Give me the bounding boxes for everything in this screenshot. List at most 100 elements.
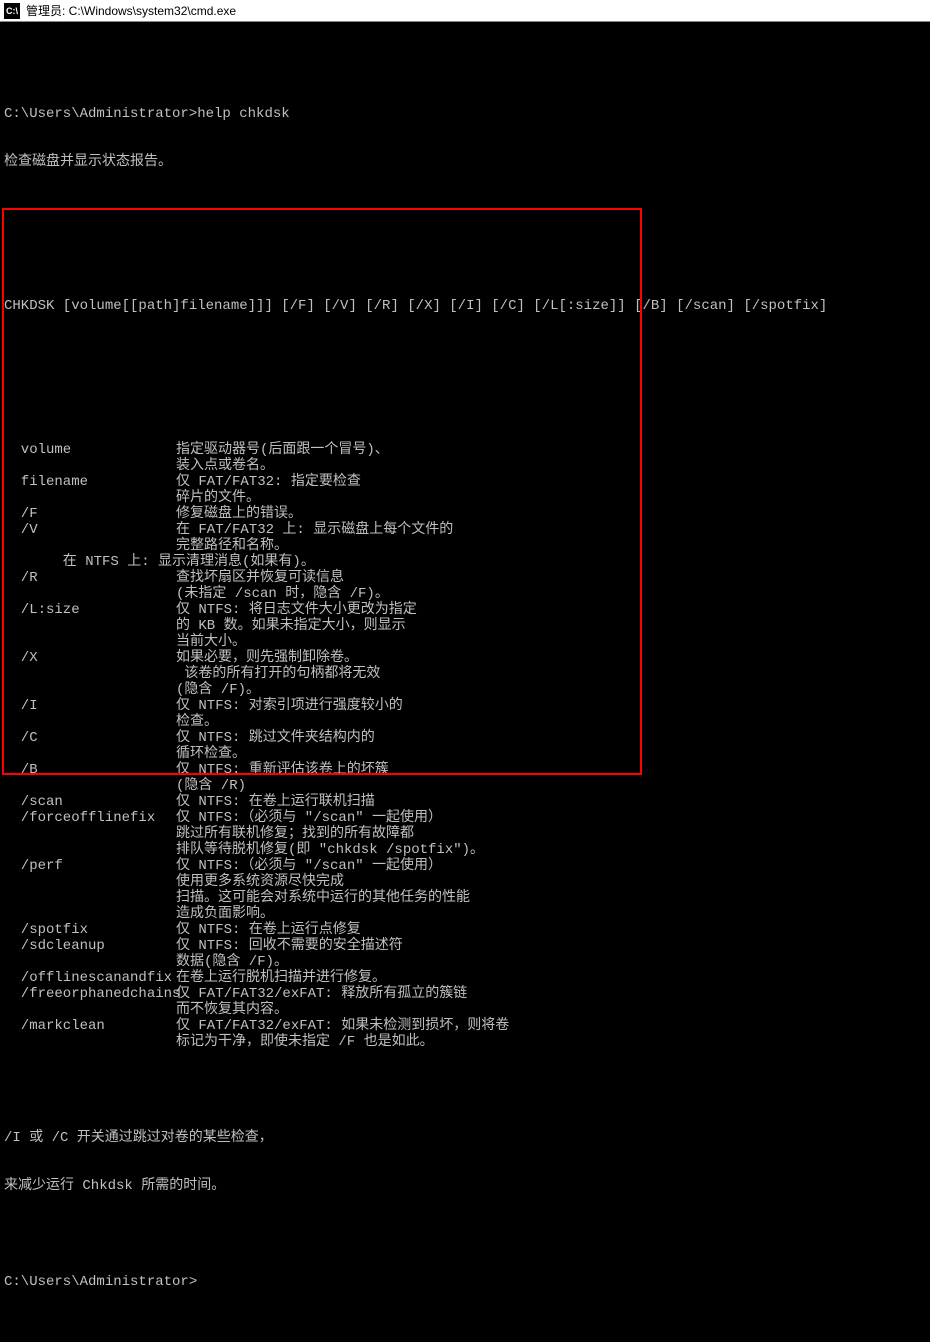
option-name [4,778,176,794]
option-desc: 碎片的文件。 [176,490,260,506]
option-row: /forceofflinefix仅 NTFS:（必须与 "/scan" 一起使用… [4,810,926,826]
option-desc: 完整路径和名称。 [176,538,288,554]
option-name: filename [4,474,176,490]
option-row: 装入点或卷名。 [4,458,926,474]
option-name: volume [4,442,176,458]
option-name: /forceofflinefix [4,810,176,826]
option-name: /I [4,698,176,714]
option-desc: (隐含 /R) [176,778,246,794]
option-desc: 仅 FAT/FAT32/exFAT: 释放所有孤立的簇链 [176,986,467,1002]
option-row: /spotfix仅 NTFS: 在卷上运行点修复 [4,922,926,938]
option-desc: 如果必要，则先强制卸除卷。 [176,650,358,666]
option-name: /offlinescanandfix [4,970,176,986]
option-name: /B [4,762,176,778]
option-row: /R查找坏扇区并恢复可读信息 [4,570,926,586]
option-desc: 查找坏扇区并恢复可读信息 [176,570,344,586]
option-row: /X如果必要，则先强制卸除卷。 [4,650,926,666]
option-desc: 仅 NTFS:（必须与 "/scan" 一起使用） [176,858,442,874]
option-row: 而不恢复其内容。 [4,1002,926,1018]
option-name [4,666,176,682]
option-desc: 指定驱动器号(后面跟一个冒号)、 [176,442,389,458]
option-desc: 仅 NTFS: 将日志文件大小更改为指定 [176,602,417,618]
footer-line-1: /I 或 /C 开关通过跳过对卷的某些检查， [4,1130,926,1146]
option-desc: 仅 NTFS: 跳过文件夹结构内的 [176,730,375,746]
option-name [4,746,176,762]
window-titlebar[interactable]: C:\ 管理员: C:\Windows\system32\cmd.exe [0,0,930,22]
option-name [4,490,176,506]
cmd-icon: C:\ [4,3,20,19]
option-name: /V [4,522,176,538]
option-row: 排队等待脱机修复(即 "chkdsk /spotfix")。 [4,842,926,858]
prompt-line-2[interactable]: C:\Users\Administrator> [4,1274,926,1290]
option-row: 在 NTFS 上: 显示清理消息(如果有)。 [4,554,926,570]
option-row: 循环检查。 [4,746,926,762]
option-desc: 循环检查。 [176,746,246,762]
option-row: /freeorphanedchains仅 FAT/FAT32/exFAT: 释放… [4,986,926,1002]
option-row: /I仅 NTFS: 对索引项进行强度较小的 [4,698,926,714]
option-row: /sdcleanup仅 NTFS: 回收不需要的安全描述符 [4,938,926,954]
option-name [4,906,176,922]
prompt-line-1: C:\Users\Administrator>help chkdsk [4,106,926,122]
option-desc: 数据(隐含 /F)。 [176,954,288,970]
option-name [4,618,176,634]
option-desc: 仅 NTFS: 重新评估该卷上的坏簇 [176,762,389,778]
option-desc: 标记为干净，即使未指定 /F 也是如此。 [176,1034,434,1050]
option-name [4,634,176,650]
option-desc: 使用更多系统资源尽快完成 [176,874,344,890]
option-name: /sdcleanup [4,938,176,954]
option-row: 该卷的所有打开的句柄都将无效 [4,666,926,682]
terminal-output: C:\Users\Administrator>help chkdsk 检查磁盘并… [0,22,930,1342]
option-name: /perf [4,858,176,874]
options-list: volume指定驱动器号(后面跟一个冒号)、装入点或卷名。 filename仅 … [4,442,926,1050]
option-name: /C [4,730,176,746]
option-desc: (未指定 /scan 时，隐含 /F)。 [176,586,389,602]
option-desc: (隐含 /F)。 [176,682,260,698]
option-row: /markclean仅 FAT/FAT32/exFAT: 如果未检测到损坏，则将… [4,1018,926,1034]
option-desc: 检查。 [176,714,218,730]
option-row: /scan仅 NTFS: 在卷上运行联机扫描 [4,794,926,810]
option-name [4,954,176,970]
option-name: /scan [4,794,176,810]
option-desc: 仅 NTFS: 在卷上运行联机扫描 [176,794,375,810]
option-desc: 仅 FAT/FAT32/exFAT: 如果未检测到损坏，则将卷 [176,1018,509,1034]
option-name: /freeorphanedchains [4,986,176,1002]
option-name: /F [4,506,176,522]
option-name: /markclean [4,1018,176,1034]
option-row: 扫描。这可能会对系统中运行的其他任务的性能 [4,890,926,906]
option-row: 使用更多系统资源尽快完成 [4,874,926,890]
option-name [4,1034,176,1050]
option-desc: 造成负面影响。 [176,906,274,922]
option-row: /perf仅 NTFS:（必须与 "/scan" 一起使用） [4,858,926,874]
option-row: (未指定 /scan 时，隐含 /F)。 [4,586,926,602]
option-name [4,538,176,554]
option-row: 标记为干净，即使未指定 /F 也是如此。 [4,1034,926,1050]
option-row: 造成负面影响。 [4,906,926,922]
option-row: (隐含 /F)。 [4,682,926,698]
option-row: (隐含 /R) [4,778,926,794]
option-desc: 的 KB 数。如果未指定大小，则显示 [176,618,406,634]
option-row: 检查。 [4,714,926,730]
option-desc: 当前大小。 [176,634,246,650]
option-desc: 该卷的所有打开的句柄都将无效 [176,666,380,682]
option-row: /offlinescanandfix在卷上运行脱机扫描并进行修复。 [4,970,926,986]
option-row: /V在 FAT/FAT32 上: 显示磁盘上每个文件的 [4,522,926,538]
option-row: /B仅 NTFS: 重新评估该卷上的坏簇 [4,762,926,778]
option-name: /spotfix [4,922,176,938]
option-row: /L:size仅 NTFS: 将日志文件大小更改为指定 [4,602,926,618]
option-name [4,586,176,602]
option-row: /F修复磁盘上的错误。 [4,506,926,522]
option-name [4,458,176,474]
option-name [4,890,176,906]
option-desc: 仅 FAT/FAT32: 指定要检查 [176,474,361,490]
option-name [4,714,176,730]
option-row: volume指定驱动器号(后面跟一个冒号)、 [4,442,926,458]
option-desc: 扫描。这可能会对系统中运行的其他任务的性能 [176,890,470,906]
option-name [4,826,176,842]
summary-line: 检查磁盘并显示状态报告。 [4,154,926,170]
option-desc: 而不恢复其内容。 [176,1002,288,1018]
option-desc: 在卷上运行脱机扫描并进行修复。 [176,970,386,986]
option-row: 当前大小。 [4,634,926,650]
option-row: 数据(隐含 /F)。 [4,954,926,970]
option-name [4,1002,176,1018]
syntax-line: CHKDSK [volume[[path]filename]]] [/F] [/… [4,298,926,314]
